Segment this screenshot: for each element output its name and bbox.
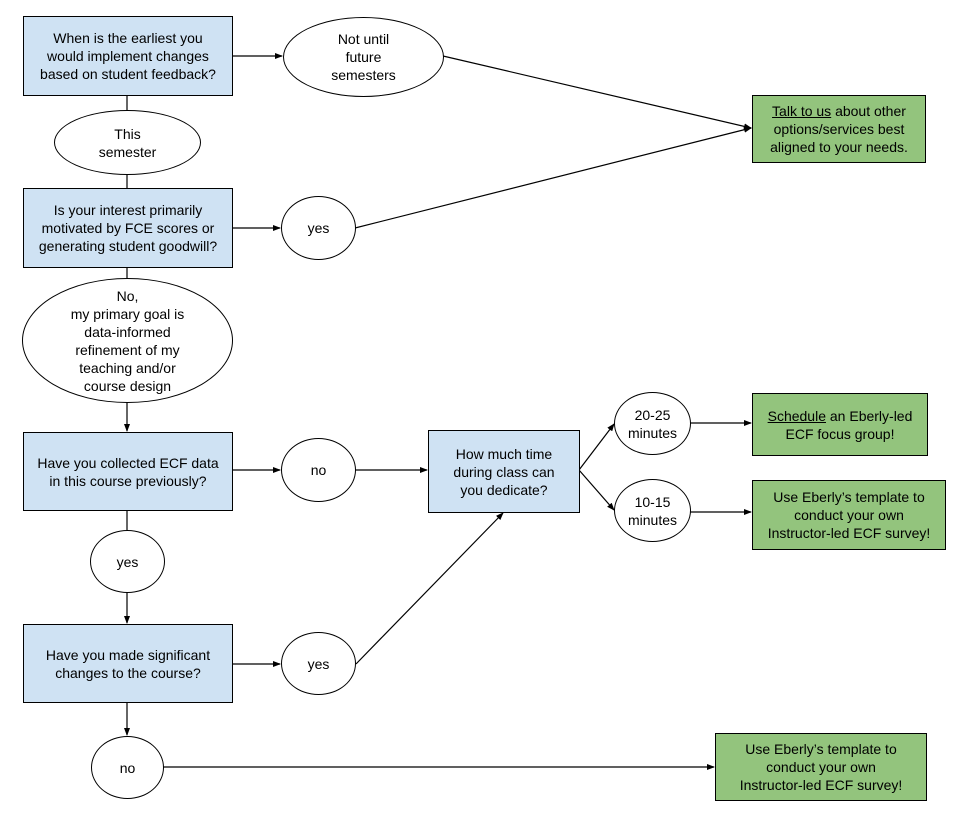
question-label: How much time during class can you dedic… [453, 445, 555, 498]
question-collected-ecf: Have you collected ECF data in this cour… [23, 432, 233, 511]
answer-label: yes [116, 553, 139, 570]
question-earliest-implement: When is the earliest you would implement… [23, 16, 233, 96]
question-significant-changes: Have you made significant changes to the… [23, 624, 233, 703]
answer-label: Not until future semesters [331, 31, 396, 83]
question-label: When is the earliest you would implement… [40, 30, 216, 82]
answer-label: no [310, 462, 327, 478]
result-template-survey: Use Eberly’s template to conduct your ow… [752, 480, 946, 550]
answer-no-primary-goal: No, my primary goal is data-informed ref… [22, 278, 233, 403]
answer-label: yes [307, 220, 330, 236]
edge-not-until-to-talk [442, 55, 752, 130]
result-template-survey-bottom: Use Eberly’s template to conduct your ow… [715, 733, 927, 801]
question-class-time: How much time during class can you dedic… [428, 430, 580, 513]
schedule-link[interactable]: Schedule [768, 408, 826, 424]
edge-q4-to-10-15 [578, 469, 615, 511]
answer-changes-yes: yes [281, 632, 356, 695]
answer-label: No, my primary goal is data-informed ref… [70, 287, 185, 394]
result-talk-to-us: Talk to us about other options/services … [752, 95, 926, 163]
result-label: Talk to us about other options/services … [770, 102, 908, 156]
question-label: Have you collected ECF data in this cour… [37, 454, 219, 489]
question-fce-motivation: Is your interest primarily motivated by … [23, 188, 233, 268]
answer-20-25-minutes: 20-25 minutes [614, 392, 691, 455]
answer-10-15-minutes: 10-15 minutes [614, 479, 691, 542]
answer-label: yes [307, 655, 330, 672]
answer-changes-no: no [91, 736, 164, 799]
answer-label: This semester [98, 125, 157, 160]
answer-ecf-no: no [281, 438, 356, 502]
result-schedule-focus-group: Schedule an Eberly-led ECF focus group! [752, 393, 928, 456]
question-label: Have you made significant changes to the… [45, 646, 211, 681]
answer-label: 20-25 minutes [627, 406, 678, 441]
result-label: Schedule an Eberly-led ECF focus group! [768, 407, 913, 443]
result-label: Use Eberly’s template to conduct your ow… [739, 741, 903, 793]
answer-label: no [119, 759, 136, 776]
answer-not-until-future: Not until future semesters [283, 17, 444, 97]
result-label: Use Eberly’s template to conduct your ow… [767, 489, 931, 541]
answer-label: 10-15 minutes [627, 493, 678, 528]
answer-this-semester: This semester [54, 110, 201, 175]
edge-yes-to-q4 [355, 512, 504, 665]
edge-yes-to-talk [354, 126, 752, 229]
question-label: Is your interest primarily motivated by … [38, 202, 218, 254]
answer-ecf-yes: yes [90, 530, 165, 593]
talk-to-us-link[interactable]: Talk to us [772, 103, 831, 119]
edge-q4-to-20-25 [578, 423, 615, 471]
answer-fce-yes: yes [281, 196, 356, 260]
